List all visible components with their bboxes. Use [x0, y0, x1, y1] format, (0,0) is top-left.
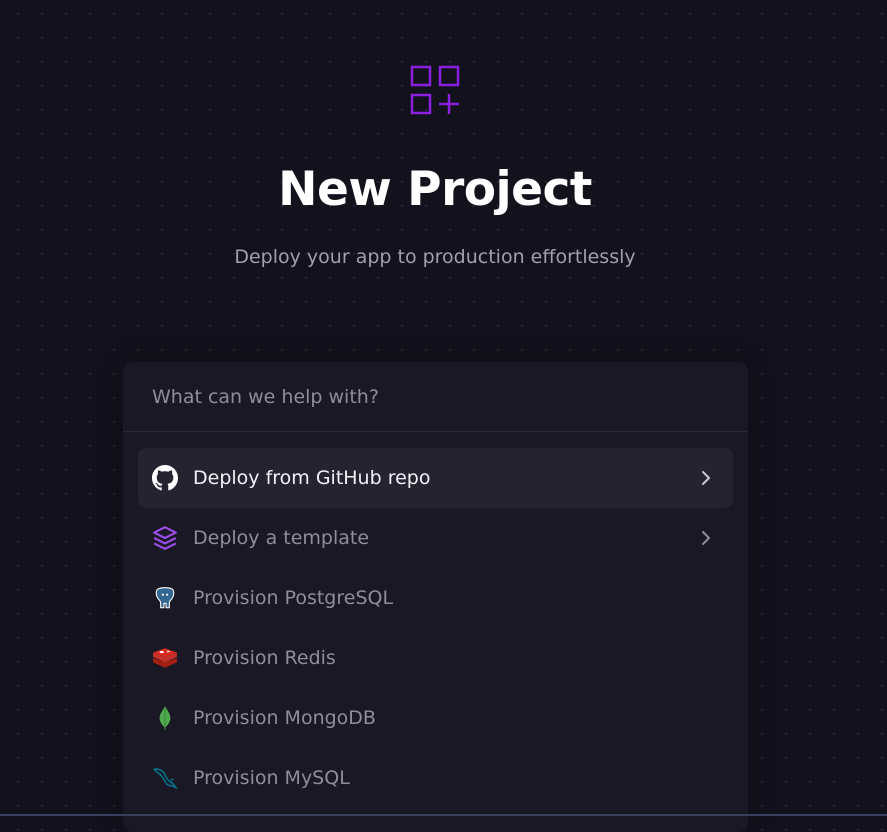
github-icon — [152, 465, 178, 491]
grid-plus-icon — [410, 65, 460, 115]
menu-item-provision-redis[interactable]: Provision Redis — [138, 628, 733, 688]
menu-item-label: Deploy from GitHub repo — [193, 467, 431, 489]
menu-item-deploy-github[interactable]: Deploy from GitHub repo — [138, 448, 733, 508]
menu-item-label: Provision MySQL — [193, 767, 350, 789]
redis-icon — [152, 645, 178, 671]
menu-item-label: Provision MongoDB — [193, 707, 376, 729]
command-panel: Deploy from GitHub repo Deploy a templat… — [123, 362, 748, 832]
menu-item-provision-mongodb[interactable]: Provision MongoDB — [138, 688, 733, 748]
search-input[interactable] — [123, 362, 748, 432]
chevron-right-icon — [702, 471, 710, 485]
menu-item-label: Deploy a template — [193, 527, 370, 549]
chevron-right-icon — [702, 531, 710, 545]
page-title: New Project — [278, 162, 592, 217]
menu-item-label: Provision PostgreSQL — [193, 587, 394, 609]
menu-item-label: Provision Redis — [193, 647, 336, 669]
layers-icon — [152, 525, 178, 551]
menu-item-provision-postgresql[interactable]: Provision PostgreSQL — [138, 568, 733, 628]
menu-item-deploy-template[interactable]: Deploy a template — [138, 508, 733, 568]
menu-item-provision-mysql[interactable]: Provision MySQL — [138, 748, 733, 808]
postgresql-icon — [152, 585, 178, 611]
mongodb-icon — [152, 705, 178, 731]
page-subtitle: Deploy your app to production effortless… — [234, 246, 636, 268]
action-menu: Deploy from GitHub repo Deploy a templat… — [138, 448, 733, 808]
mysql-icon — [152, 765, 178, 791]
